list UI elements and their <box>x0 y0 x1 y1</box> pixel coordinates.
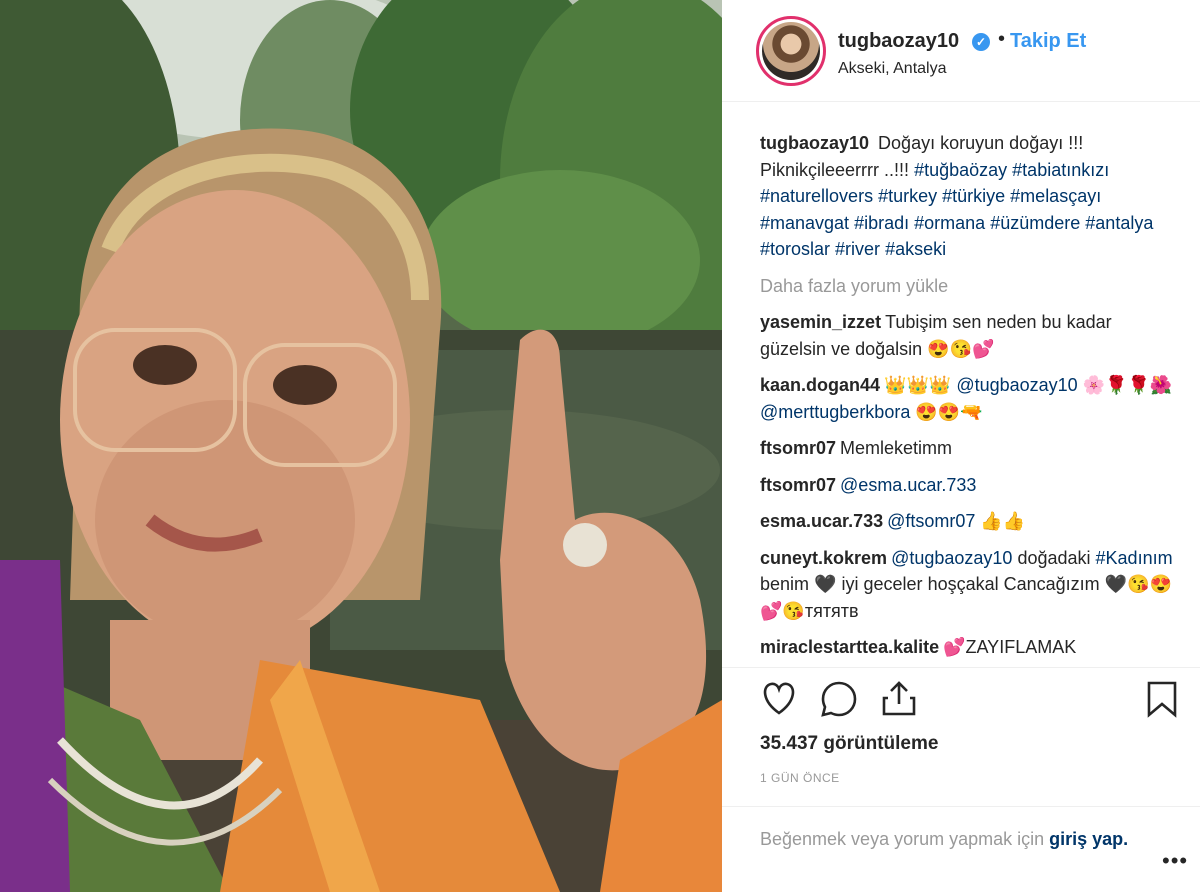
comment-text: @esma.ucar.733 <box>840 475 976 495</box>
post-sidebar: tugbaozay10 ✓ • Takip Et Akseki, Antalya… <box>722 0 1200 892</box>
comment-item: cuneyt.kokrem @tugbaozay10 doğadaki #Kadı… <box>760 545 1180 625</box>
hashtag-link[interactable]: #river <box>835 239 880 259</box>
comment-item: esma.ucar.733 @ftsomr07 👍👍 <box>760 508 1180 535</box>
more-options-icon[interactable]: ••• <box>1162 848 1188 874</box>
avatar[interactable] <box>756 16 826 86</box>
hashtag-link[interactable]: #üzümdere <box>990 213 1080 233</box>
view-count: 35.437 görüntüleme <box>760 733 939 754</box>
comment-item: yasemin_izzet Tubişim sen neden bu kadar … <box>760 309 1180 362</box>
hashtag-link[interactable]: #tabiatınkızı <box>1012 160 1109 180</box>
comment-username[interactable]: yasemin_izzet <box>760 312 881 332</box>
load-more-comments-button[interactable]: Daha fazla yorum yükle <box>760 273 1180 300</box>
hashtag-link[interactable]: #türkiye <box>942 186 1005 206</box>
verified-badge-icon: ✓ <box>972 33 990 51</box>
hashtag-link[interactable]: #toroslar <box>760 239 830 259</box>
bookmark-icon[interactable] <box>1144 680 1184 720</box>
comment-username[interactable]: miraclestarttea.kalite <box>760 637 939 657</box>
hashtag-link[interactable]: #manavgat <box>760 213 849 233</box>
hashtag-link[interactable]: #turkey <box>878 186 937 206</box>
comment-icon[interactable] <box>820 680 860 720</box>
comment-username[interactable]: cuneyt.kokrem <box>760 548 887 568</box>
follow-button[interactable]: Takip Et <box>1010 30 1086 53</box>
hashtag-link[interactable]: #tuğbaözay <box>914 160 1007 180</box>
login-prompt: Beğenmek veya yorum yapmak için giriş ya… <box>760 826 1160 852</box>
comment-item: ftsomr07 Memleketimm <box>760 435 1180 462</box>
comment-list: tugbaozay10 Doğayı koruyun doğayı !!! Pi… <box>760 130 1180 671</box>
divider <box>722 806 1200 807</box>
hashtag-link[interactable]: #melasçayı <box>1010 186 1101 206</box>
heart-icon[interactable] <box>760 680 800 720</box>
mention-link[interactable]: @esma.ucar.733 <box>840 475 976 495</box>
hashtag-link[interactable]: #naturellovers <box>760 186 873 206</box>
comment-item: ftsomr07 @esma.ucar.733 <box>760 472 1180 499</box>
comment-username[interactable]: ftsomr07 <box>760 438 836 458</box>
login-prompt-text: Beğenmek veya yorum yapmak için <box>760 829 1045 849</box>
divider <box>722 667 1200 668</box>
comment-username[interactable]: kaan.dogan44 <box>760 375 880 395</box>
hashtag-link[interactable]: #akseki <box>885 239 946 259</box>
comment-text: 💕ZAYIFLAMAK <box>943 637 1077 657</box>
author-username[interactable]: tugbaozay10 <box>838 30 959 53</box>
divider <box>722 101 1200 102</box>
action-bar <box>760 680 1180 720</box>
mention-link[interactable]: @merttugberkbora <box>760 402 910 422</box>
mention-link[interactable]: @tugbaozay10 <box>956 375 1077 395</box>
caption-username[interactable]: tugbaozay10 <box>760 133 869 153</box>
location-link[interactable]: Akseki, Antalya <box>838 60 947 78</box>
comment-username[interactable]: esma.ucar.733 <box>760 511 883 531</box>
hashtag-link[interactable]: #Kadınım <box>1096 548 1173 568</box>
hashtag-link[interactable]: #ibradı <box>854 213 909 233</box>
mention-link[interactable]: @ftsomr07 <box>887 511 975 531</box>
mention-link[interactable]: @tugbaozay10 <box>891 548 1012 568</box>
comment-username[interactable]: ftsomr07 <box>760 475 836 495</box>
share-icon[interactable] <box>880 680 920 720</box>
caption: tugbaozay10 Doğayı koruyun doğayı !!! Pi… <box>760 130 1180 263</box>
comment-item: kaan.dogan44 👑👑👑 @tugbaozay10 🌸🌹🌹🌺 @mertt… <box>760 372 1180 425</box>
separator: • <box>998 28 1006 50</box>
login-link[interactable]: giriş yap. <box>1049 829 1128 849</box>
comment-item: miraclestarttea.kalite 💕ZAYIFLAMAK <box>760 634 1180 661</box>
photo-illustration <box>0 0 722 892</box>
post-header: tugbaozay10 ✓ • Takip Et Akseki, Antalya <box>722 0 1200 90</box>
hashtag-link[interactable]: #antalya <box>1085 213 1153 233</box>
post-time[interactable]: 1 GÜN ÖNCE <box>760 771 840 785</box>
hashtag-link[interactable]: #ormana <box>914 213 985 233</box>
post-photo[interactable] <box>0 0 722 892</box>
comment-text: Memleketimm <box>840 438 953 458</box>
comment-text: @ftsomr07 👍👍 <box>887 511 1026 531</box>
